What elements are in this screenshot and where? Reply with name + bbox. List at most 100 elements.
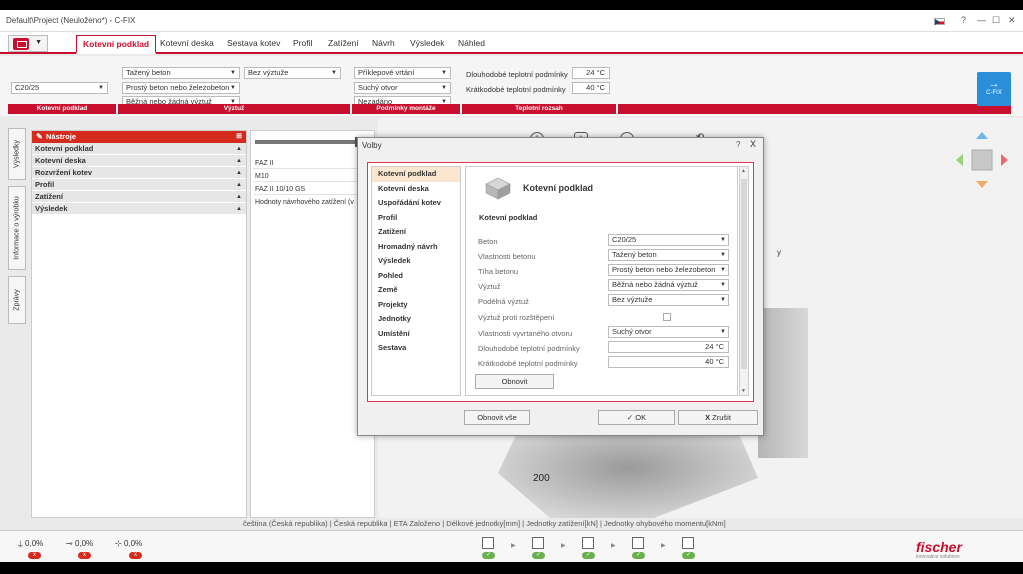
tab-nahled[interactable]: Náhled [458, 38, 485, 48]
step-plate-icon[interactable] [532, 537, 544, 549]
tools-item-kotevni-podklad[interactable]: Kotevní podklad ▲ [32, 143, 246, 155]
tab-profil[interactable]: Profil [293, 38, 312, 48]
product-row-size[interactable]: M10 [253, 171, 373, 182]
step-layout-icon[interactable] [582, 537, 594, 549]
tools-item-profil[interactable]: Profil ▲ [32, 179, 246, 191]
options-nav-profil[interactable]: Profil [372, 211, 460, 226]
dialog-frame: Kotevní podklad Kotevní deska Uspořádání… [367, 162, 754, 402]
step-load-icon[interactable] [682, 537, 694, 549]
options-nav-zatizeni[interactable]: Zatížení [372, 225, 460, 240]
tab-kotevni-podklad[interactable]: Kotevní podklad [76, 35, 157, 54]
options-content: Kotevní podklad Kotevní podklad Beton C2… [465, 166, 738, 396]
anchor-combined-icon: ⊹ [115, 539, 124, 548]
temp-long-input[interactable]: 24 °C [572, 67, 610, 79]
tab-vysledek[interactable]: Výsledek [410, 38, 445, 48]
options-nav-kotevni-deska[interactable]: Kotevní deska [372, 182, 460, 197]
dialog-close-button[interactable]: X [750, 139, 756, 149]
select-value: Tažený beton [126, 68, 171, 77]
minimize-button[interactable]: — [977, 15, 986, 25]
pin-icon[interactable]: ⊞ [236, 131, 242, 143]
options-nav-projekty[interactable]: Projekty [372, 298, 460, 313]
temp-long-field-input[interactable]: 24 °C [608, 341, 729, 353]
options-nav-vysledek[interactable]: Výsledek [372, 254, 460, 269]
ok-button[interactable]: ✓ OK [598, 410, 675, 425]
chevron-down-icon: ▼ [441, 70, 447, 76]
step-arrow-icon: ▶ [561, 543, 566, 549]
longitudinal-reinf-select[interactable]: Bez výztuže ▼ [244, 67, 341, 79]
scroll-up-icon[interactable]: ▲ [741, 168, 746, 174]
concrete-state-select[interactable]: Tažený beton ▼ [122, 67, 240, 79]
help-button[interactable]: ? [961, 15, 966, 25]
step-status-badge: ✓ [632, 552, 645, 559]
options-nav-hromadny-navrh[interactable]: Hromadný návrh [372, 240, 460, 255]
tools-header: ✎ Nástroje ⊞ [32, 131, 246, 143]
options-nav-pohled[interactable]: Pohled [372, 269, 460, 284]
tools-item-zatizeni[interactable]: Zatížení ▲ [32, 191, 246, 203]
chevron-up-icon: ▲ [236, 194, 242, 200]
field-label-vyztuz-proti-rozstepeni: Výztuž proti rozštěpení [478, 313, 555, 322]
window-title: Default\Project (Neuloženo*) - C-FIX [6, 16, 136, 25]
tab-zatizeni[interactable]: Zatížení [328, 38, 359, 48]
chevron-down-icon: ▼ [720, 282, 726, 288]
check-icon: ✓ [626, 413, 636, 422]
concrete-properties-select[interactable]: Tažený beton ▼ [608, 249, 729, 261]
refresh-all-button[interactable]: Obnovit vše [464, 410, 530, 425]
app-menu-button[interactable]: ▼ [8, 35, 48, 52]
tools-item-label: Zatížení [35, 192, 63, 201]
options-nav-kotevni-podklad[interactable]: Kotevní podklad [372, 167, 460, 182]
temp-short-input[interactable]: 40 °C [572, 82, 610, 94]
side-tab-label: Výsledky [13, 139, 21, 169]
dialog-help-button[interactable]: ? [736, 140, 740, 149]
temp-long-label: Dlouhodobé teplotní podmínky [466, 70, 568, 79]
hole-properties-select[interactable]: Suchý otvor ▼ [608, 326, 729, 338]
temp-short-field-input[interactable]: 40 °C [608, 356, 729, 368]
step-base-icon[interactable] [482, 537, 494, 549]
tools-item-kotevni-deska[interactable]: Kotevní deska ▲ [32, 155, 246, 167]
concrete-type-select[interactable]: Prostý beton nebo železobeton ▼ [122, 82, 240, 94]
utilization-combined: ⊹ 0,0% [115, 539, 142, 548]
group-label-mount: Podmínky montáže [352, 104, 460, 114]
tools-item-vysledek[interactable]: Výsledek ▲ [32, 203, 246, 215]
concrete-class-select[interactable]: C20/25 ▼ [11, 82, 108, 94]
beton-select[interactable]: C20/25 ▼ [608, 234, 729, 246]
cancel-button[interactable]: X Zrušit [678, 410, 758, 425]
concrete-block-side [758, 308, 808, 458]
tab-sestava-kotev[interactable]: Sestava kotev [227, 38, 280, 48]
options-nav-sestava[interactable]: Sestava [372, 341, 460, 356]
select-value: Bez výztuže [248, 68, 289, 77]
navigation-cube-icon[interactable] [954, 130, 1010, 190]
tools-item-label: Výsledek [35, 204, 68, 213]
step-profile-icon[interactable] [632, 537, 644, 549]
close-button[interactable]: ✕ [1008, 15, 1016, 26]
product-row-article[interactable]: FAZ II 10/10 GS [253, 184, 373, 195]
options-nav-jednotky[interactable]: Jednotky [372, 312, 460, 327]
chevron-down-icon: ▼ [230, 85, 236, 91]
language-flag-icon[interactable] [934, 18, 945, 25]
hole-select[interactable]: Suchý otvor ▼ [354, 82, 451, 94]
options-nav-zeme[interactable]: Země [372, 283, 460, 298]
tab-navrh[interactable]: Návrh [372, 38, 395, 48]
refresh-button[interactable]: Obnovit [475, 374, 554, 389]
options-scrollbar[interactable]: ▲ ▼ [739, 166, 749, 396]
side-tab-product-info[interactable]: Informace o výrobku [8, 186, 26, 270]
scroll-thumb[interactable] [741, 179, 747, 369]
ribbon-tabs: ▼ Kotevní podklad Kotevní deska Sestava … [0, 32, 1023, 54]
side-tab-results[interactable]: Výsledky [8, 128, 26, 180]
options-nav-list: Kotevní podklad Kotevní deska Uspořádání… [371, 166, 461, 396]
tab-kotevni-deska[interactable]: Kotevní deska [160, 38, 214, 48]
options-nav-umisteni[interactable]: Umístění [372, 327, 460, 342]
select-value: Suchý otvor [358, 83, 398, 92]
maximize-button[interactable]: ☐ [992, 15, 1000, 26]
select-value: Příklepové vrtání [358, 68, 415, 77]
splitting-reinf-checkbox[interactable] [663, 313, 671, 321]
concrete-weight-select[interactable]: Prostý beton nebo železobeton ▼ [608, 264, 729, 276]
longitudinal-reinf-field-select[interactable]: Bez výztuže ▼ [608, 294, 729, 306]
reinforcement-field-select[interactable]: Běžná nebo žádná výztuž ▼ [608, 279, 729, 291]
scroll-down-icon[interactable]: ▼ [741, 388, 746, 394]
side-tab-messages[interactable]: Zprávy [8, 276, 26, 324]
product-row-type[interactable]: FAZ II [253, 158, 373, 169]
drilling-select[interactable]: Příklepové vrtání ▼ [354, 67, 451, 79]
options-nav-usporadani-kotev[interactable]: Uspořádání kotev [372, 196, 460, 211]
tools-item-rozvrzeni-kotev[interactable]: Rozvržení kotev ▲ [32, 167, 246, 179]
c-fix-export-button[interactable]: → C-FIX [977, 72, 1011, 106]
